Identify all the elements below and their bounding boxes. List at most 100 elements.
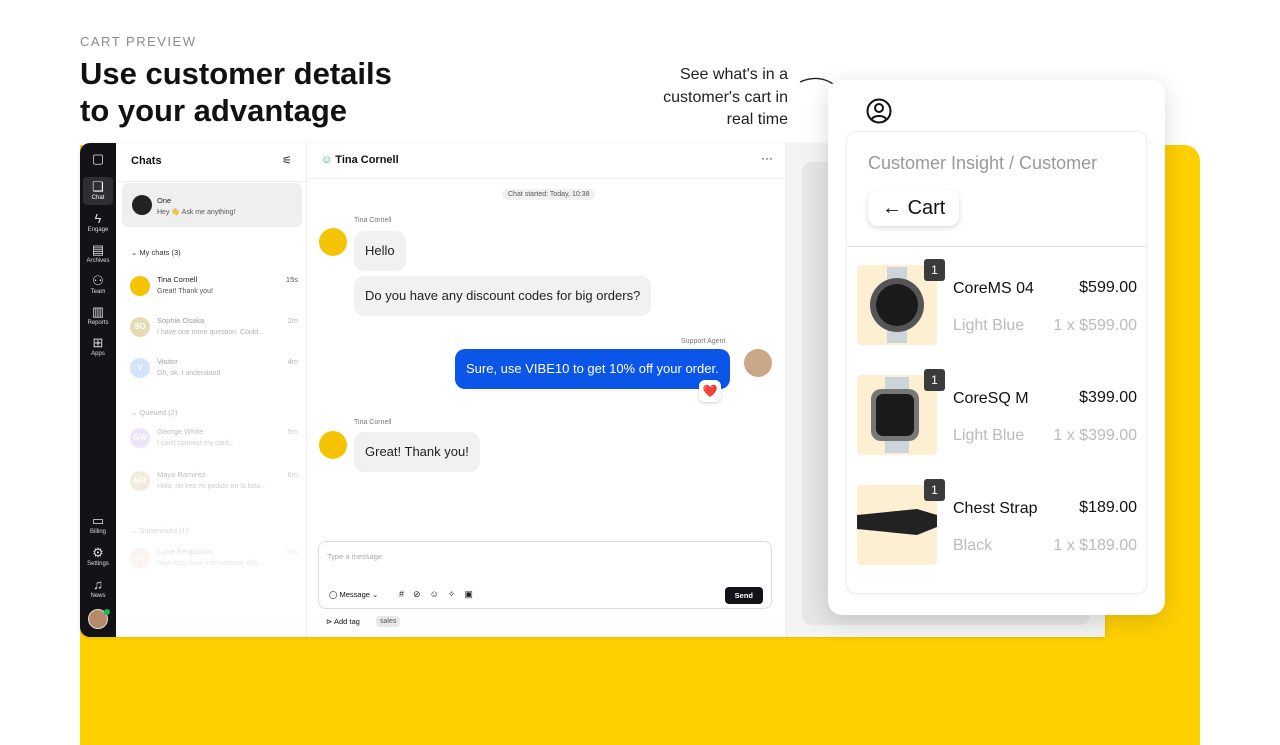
product-name: Chest Strap (953, 500, 1038, 517)
emoji-icon: ☺ (429, 589, 448, 599)
section-my-chats[interactable]: ⌄ My chats (3) (131, 248, 181, 257)
message-input[interactable]: Type a message (327, 552, 382, 561)
section-supervised[interactable]: ⌄ Supervised (1) (131, 526, 188, 535)
timestamp: 6m (287, 470, 298, 479)
chat-list-item[interactable]: SO Sophie Osaka I have one more question… (122, 311, 302, 356)
conversation: ☺ Tina Cornell ··· Chat started: Today, … (307, 143, 786, 637)
nav-apps[interactable]: ⊞ Apps (83, 333, 113, 361)
timestamp: 4m (287, 357, 298, 366)
contact-name: Maya Ramirez (157, 470, 206, 479)
apps-icon: ⊞ (92, 335, 104, 350)
nav-reports[interactable]: ▥ Reports (83, 302, 113, 330)
contact-avatar: LF (130, 548, 150, 568)
chat-list-item[interactable]: GW George White I can't connect my card.… (122, 422, 302, 467)
nav-archives[interactable]: ▤ Archives (83, 240, 113, 268)
customer-avatar (319, 431, 347, 459)
heart-reaction-icon[interactable]: ❤️ (699, 380, 721, 402)
canned-icon: ▣ (464, 589, 482, 599)
add-tag-button[interactable]: ⊳ Add tag (326, 617, 360, 626)
logo-icon: ▢ (91, 151, 105, 166)
cart-item[interactable]: 1 Chest Strap $189.00 Black 1 x $189.00 (857, 479, 1137, 575)
chat-list: Chats ⚟ One Hey 👋 Ask me anything! ⌄ My … (116, 143, 307, 637)
user-icon[interactable] (866, 98, 892, 124)
message-bubble: Hello (354, 231, 406, 271)
tag-chip[interactable]: sales (376, 616, 401, 627)
page-title: Use customer details to your advantage (80, 56, 392, 128)
gear-icon: ⚙ (92, 545, 104, 560)
sidebar: ▢ ❏ Chat ϟ Engage ▤ Archives ⚇ Team ▥ Reports… (80, 143, 116, 637)
contact-avatar (130, 276, 150, 296)
cart-preview-card: Customer Insight / Customer ← Cart 1 Cor… (828, 80, 1165, 615)
product-price: $189.00 (1079, 499, 1137, 516)
cart-item[interactable]: 1 CoreMS 04 $599.00 Light Blue 1 x $599.… (857, 259, 1137, 355)
composer-tools[interactable]: #⊘☺✧▣ (399, 589, 482, 600)
nav-billing[interactable]: ▭ Billing (83, 511, 113, 539)
contact-name: Tina Cornell (157, 275, 198, 284)
line-total: 1 x $599.00 (1053, 317, 1137, 334)
contact-avatar: V (130, 358, 150, 378)
nav-engage[interactable]: ϟ Engage (83, 209, 113, 237)
bot-chat-item[interactable]: One Hey 👋 Ask me anything! (122, 183, 302, 227)
sender-label: Tina Cornell (354, 419, 392, 426)
bell-icon: ♫ (93, 577, 103, 592)
contact-name: Sophie Osaka (157, 316, 205, 325)
contact-name: Luise Fergusson (157, 547, 213, 556)
sender-label: Tina Cornell (354, 217, 392, 224)
breadcrumb: Customer Insight / Customer (868, 153, 1098, 173)
contact-name: ☺ Tina Cornell (321, 154, 399, 166)
message-preview: Great! Thank you! (157, 288, 213, 295)
chat-list-item[interactable]: MR Maya Ramirez Hola, no veo mi pedido e… (122, 465, 302, 510)
nav-news[interactable]: ♫ News (83, 575, 113, 603)
chat-started: Chat started: Today, 10:38 (502, 189, 596, 200)
product-price: $399.00 (1079, 389, 1137, 406)
bot-avatar (132, 195, 152, 215)
message-mode-dropdown[interactable]: ◯ Message ⌄ (329, 590, 378, 599)
filter-icon[interactable]: ⚟ (282, 154, 292, 167)
lightning-icon: ϟ (94, 211, 102, 226)
timestamp: 5m (287, 427, 298, 436)
contact-avatar: MR (130, 471, 150, 491)
product-variant: Light Blue (953, 317, 1025, 334)
annotation: See what's in a customer's cart in real ti… (663, 66, 788, 128)
message-bubble: Great! Thank you! (354, 432, 480, 472)
message-composer[interactable]: Type a message ◯ Message ⌄ #⊘☺✧▣ Send (318, 541, 772, 609)
contact-avatar: SO (130, 317, 150, 337)
message-preview: How long does international ship... (157, 560, 265, 567)
eyebrow: CART PREVIEW (80, 34, 197, 49)
cart-item[interactable]: 1 CoreSQ M $399.00 Light Blue 1 x $399.0… (857, 369, 1137, 465)
bot-preview: Hey 👋 Ask me anything! (157, 209, 236, 216)
quantity-badge: 1 (924, 369, 945, 391)
bot-name: One (157, 196, 172, 205)
attach-icon: ⊘ (413, 589, 430, 599)
message-preview: I can't connect my card... (157, 440, 235, 447)
nav-settings[interactable]: ⚙ Settings (83, 543, 113, 571)
magic-icon: ✧ (447, 589, 465, 599)
line-total: 1 x $189.00 (1053, 537, 1137, 554)
nav-team[interactable]: ⚇ Team (83, 271, 113, 299)
online-status-icon (104, 609, 110, 615)
quantity-badge: 1 (924, 479, 945, 501)
chat-list-item[interactable]: Tina Cornell Great! Thank you! 15s (122, 270, 302, 315)
message-bubble: Do you have any discount codes for big o… (354, 276, 652, 316)
section-queued[interactable]: ⌄ Queued (2) (131, 408, 177, 417)
chat-list-item[interactable]: LF Luise Fergusson How long does interna… (122, 542, 302, 587)
chart-icon: ▥ (91, 304, 105, 319)
back-to-cart-button[interactable]: ← Cart (868, 190, 960, 226)
cart-panel: Customer Insight / Customer ← Cart 1 Cor… (846, 131, 1147, 594)
status-icon: ☺ (321, 154, 333, 166)
message-preview: I have one more question. Could... (157, 329, 265, 336)
quantity-badge: 1 (924, 259, 945, 281)
chats-title: Chats (131, 155, 162, 167)
more-icon[interactable]: ··· (761, 151, 773, 165)
nav-chat[interactable]: ❏ Chat (83, 177, 113, 205)
message-preview: Oh, ok. I understand (157, 370, 221, 377)
timestamp: 2m (287, 316, 298, 325)
product-name: CoreSQ M (953, 390, 1029, 407)
contact-avatar: GW (130, 428, 150, 448)
send-button[interactable]: Send (724, 587, 763, 604)
customer-avatar (319, 228, 347, 256)
hashtag-icon: # (399, 589, 414, 599)
chat-list-item[interactable]: V Visitor Oh, ok. I understand 4m (122, 352, 302, 397)
product-variant: Light Blue (953, 427, 1025, 444)
sender-label: Support Agent (681, 338, 726, 345)
